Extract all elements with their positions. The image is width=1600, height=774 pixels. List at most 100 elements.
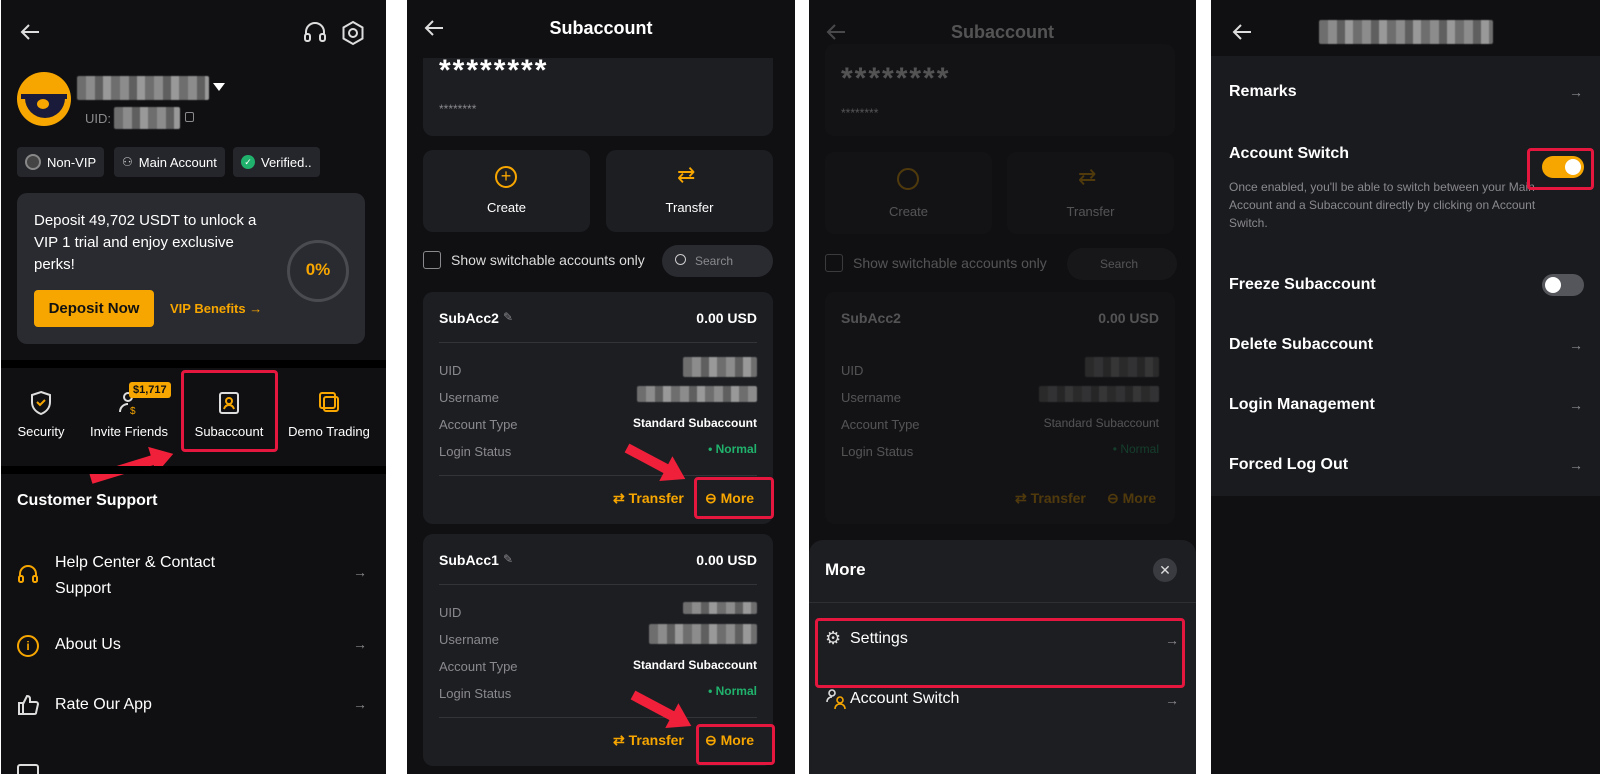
menu-item-about-us[interactable]: i About Us → — [1, 630, 386, 670]
setting-label: Delete Subaccount — [1229, 336, 1374, 353]
copy-icon[interactable] — [185, 112, 194, 122]
setting-description: Once enabled, you'll be able to switch b… — [1229, 180, 1536, 230]
search-input: Search — [1067, 248, 1177, 280]
subaccount-settings-panel: Remarks → Account Switch Once enabled, y… — [1211, 0, 1600, 774]
switchable-checkbox — [825, 254, 843, 272]
divider — [809, 602, 1196, 603]
menu-label: About Us — [55, 636, 121, 653]
transfer-icon: ⇄ — [613, 732, 629, 748]
login-status-value: • Normal — [708, 442, 757, 456]
back-arrow-icon[interactable] — [19, 22, 41, 42]
setting-forced-log-out[interactable]: Forced Log Out → — [1211, 442, 1600, 486]
create-button[interactable]: + Create — [423, 150, 590, 232]
username-label: Username — [841, 390, 901, 405]
edit-icon[interactable]: ✎ — [503, 310, 513, 324]
uid-redacted — [114, 107, 180, 129]
username-label: Username — [439, 632, 499, 647]
search-icon — [675, 254, 686, 265]
username-redacted — [637, 386, 757, 402]
demo-icon — [279, 390, 379, 416]
menu-icon-partial — [17, 764, 39, 774]
account-type-label: Account Type — [439, 659, 518, 674]
settings-list: Remarks → Account Switch Once enabled, y… — [1211, 56, 1600, 496]
account-type-value: Standard Subaccount — [1043, 416, 1159, 430]
arrow-right-icon: → — [353, 696, 367, 712]
transfer-button[interactable]: ⇄ Transfer — [606, 150, 773, 232]
back-arrow-icon[interactable] — [1231, 22, 1253, 42]
transfer-icon: ⇄ — [677, 162, 696, 187]
subaccount-balance: 0.00 USD — [1098, 310, 1159, 326]
uid-label: UID — [439, 605, 462, 620]
divider — [439, 342, 757, 343]
sheet-title: More — [825, 560, 866, 579]
vip-benefits-link[interactable]: VIP Benefits → — [170, 301, 262, 316]
shortcut-security[interactable]: Security — [1, 390, 81, 439]
search-placeholder: Search — [1100, 257, 1139, 271]
vip-icon — [25, 154, 41, 170]
arrow-right-icon: → — [1569, 84, 1583, 100]
customer-support-title: Customer Support — [17, 492, 158, 509]
username-label: Username — [439, 390, 499, 405]
login-status-value: • Normal — [1112, 442, 1159, 456]
info-icon: i — [17, 635, 39, 657]
masked-balance: ******** — [841, 62, 951, 95]
switchable-filter-label: Show switchable accounts only — [451, 252, 645, 268]
badge-main-account[interactable]: ⚇ Main Account — [114, 147, 225, 177]
avatar[interactable] — [17, 72, 71, 126]
account-type-value: Standard Subaccount — [632, 416, 757, 430]
headset-icon[interactable] — [302, 20, 328, 46]
header: Subaccount — [407, 0, 795, 58]
progress-label: 0% — [305, 260, 331, 279]
switchable-checkbox[interactable] — [423, 251, 441, 269]
account-type-label: Account Type — [439, 417, 518, 432]
arrow-right-icon: → — [353, 564, 367, 580]
transfer-action: ⇄ Transfer — [1015, 490, 1086, 506]
arrow-right-icon: → — [1569, 397, 1583, 413]
create-label: Create — [486, 200, 527, 215]
deposit-now-button[interactable]: Deposit Now — [34, 290, 154, 327]
login-status-value: • Normal — [708, 684, 757, 698]
settings-icon[interactable] — [340, 20, 366, 46]
highlight-subaccount — [181, 370, 278, 452]
subaccount-list-panel: Subaccount ******** ******** + Create ⇄ … — [407, 0, 795, 774]
close-icon[interactable]: ✕ — [1153, 558, 1177, 582]
freeze-toggle[interactable] — [1542, 274, 1584, 296]
vip-promo-card: Deposit 49,702 USDT to unlock a VIP 1 tr… — [17, 193, 365, 344]
menu-item-rate-app[interactable]: Rate Our App → — [1, 690, 386, 730]
invite-reward-badge: $1,717 — [129, 382, 171, 398]
plus-icon: + — [495, 166, 517, 188]
uid-label: UID — [439, 363, 462, 378]
username-redacted — [1039, 386, 1159, 402]
subaccount-name: SubAcc1 — [439, 552, 499, 568]
more-sheet-panel: Subaccount ******** ******** Create ⇄ Tr… — [809, 0, 1196, 774]
switchable-filter-label: Show switchable accounts only — [853, 255, 1047, 271]
transfer-icon: ⇄ — [1078, 164, 1097, 189]
badge-non-vip[interactable]: Non-VIP — [17, 147, 105, 177]
uid-redacted — [683, 357, 757, 377]
login-status-label: Login Status — [439, 444, 512, 459]
create-label: Create — [888, 204, 929, 219]
masked-value: ******** — [439, 102, 477, 116]
login-status-label: Login Status — [439, 686, 512, 701]
divider — [1, 466, 386, 474]
transfer-label: Transfer — [1066, 204, 1115, 219]
subaccount-balance: 0.00 USD — [696, 310, 757, 326]
badge-verified[interactable]: ✓ Verified.. — [233, 147, 320, 177]
shield-icon — [1, 390, 81, 416]
setting-label: Account Switch — [1229, 145, 1350, 162]
menu-item-help-center[interactable]: Help Center & Contact Support → — [1, 546, 386, 606]
transfer-action[interactable]: ⇄ Transfer — [613, 490, 684, 507]
search-input[interactable]: Search — [662, 245, 773, 277]
transfer-action[interactable]: ⇄ Transfer — [613, 732, 684, 749]
arrow-right-icon: → — [1165, 692, 1179, 708]
subaccount-card: SubAcc2 0.00 USD UID Username Account Ty… — [825, 292, 1175, 524]
setting-login-management[interactable]: Login Management → — [1211, 382, 1600, 426]
setting-freeze-subaccount: Freeze Subaccount — [1211, 262, 1600, 306]
shortcut-demo-trading[interactable]: Demo Trading — [279, 390, 379, 439]
more-button: ⊖ More — [1107, 490, 1157, 506]
highlight-more-2 — [696, 724, 775, 765]
edit-icon[interactable]: ✎ — [503, 552, 513, 566]
setting-delete-subaccount[interactable]: Delete Subaccount → — [1211, 322, 1600, 366]
chevron-down-icon[interactable] — [213, 83, 225, 91]
setting-remarks[interactable]: Remarks → — [1211, 66, 1600, 116]
